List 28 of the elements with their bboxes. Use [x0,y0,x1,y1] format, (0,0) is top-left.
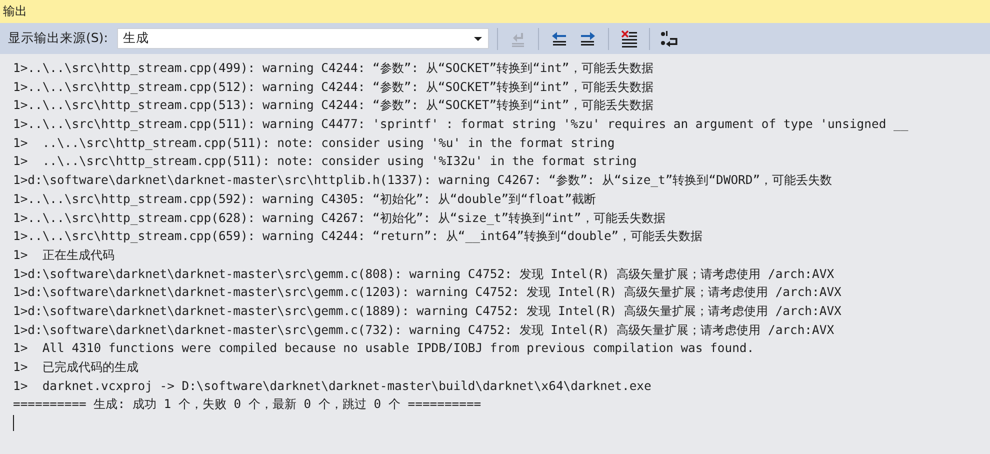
output-line: ========== 生成: 成功 1 个，失败 0 个，最新 0 个，跳过 0 个 ========== [13,396,482,414]
next-message-icon [578,30,597,46]
output-line: 1>d:\software\darknet\darknet-master\src\gemm.c(1889): warning C4752: 发现 Intel(R) 高级矢量扩展；请考虑使用 /arch:AVX [13,302,842,320]
output-line: 1>..\..\src\http_stream.cpp(592): warning C4305: “初始化”: 从“double”到“float”截断 [13,190,596,208]
output-line: 1>..\..\src\http_stream.cpp(512): warning C4244: “参数”: 从“SOCKET”转换到“int”，可能丢失数据 [13,78,654,96]
output-line: 1>d:\software\darknet\darknet-master\src\gemm.c(732): warning C4752: 发现 Intel(R) 高级矢量扩展；请考虑使用 /arch:AVX [13,322,834,339]
output-line: 1> All 4310 functions were compiled because no usable IPDB/IOBJ from previous compilation was found. [13,340,754,358]
previous-message-icon [550,30,568,46]
caret-icon [474,36,482,40]
output-line: 1> 已完成代码的生成 [13,359,138,376]
output-line: 1> darknet.vcxproj -> D:\software\darknet\darknet-master\build\darknet\x64\darknet.exe [13,378,652,395]
output-line: 1>d:\software\darknet\darknet-master\src\gemm.c(808): warning C4752: 发现 Intel(R) 高级矢量扩展；请考虑使用 /arch:AVX [13,266,834,283]
source-label: 显示输出来源(S): [8,30,108,47]
output-line: 1>..\..\src\http_stream.cpp(659): warning C4244: “return”: 从“__int64”转换到“double”，可能丢失数据 [13,228,703,246]
output-line: 1>d:\software\darknet\darknet-master\src\gemm.c(1203): warning C4752: 发现 Intel(R) 高级矢量扩展；请考虑使用 /arch:AVX [13,284,842,302]
text-cursor [13,415,14,432]
output-line: 1>..\..\src\http_stream.cpp(628): warning C4267: “初始化”: 从“size_t”转换到“int”，可能丢失数据 [13,210,666,227]
clear-all-icon [620,30,638,48]
panel-title: 输出 [3,3,27,20]
output-line: 1>d:\software\darknet\darknet-master\src\httplib.h(1337): warning C4267: “参数”: 从“size_t”转换到“DWORD”，可能丢失数 [13,172,832,190]
output-line: 1>..\..\src\http_stream.cpp(511): warning C4477: 'sprintf' : format string '%zu' requires an argument of type 'unsigned __ [13,116,908,134]
source-dropdown[interactable]: 生成 [116,28,489,49]
output-line: 1>..\..\src\http_stream.cpp(499): warning C4244: “参数”: 从“SOCKET”转换到“int”，可能丢失数据 [13,60,654,77]
output-line: 1>..\..\src\http_stream.cpp(513): warning C4244: “参数”: 从“SOCKET”转换到“int”，可能丢失数据 [13,97,654,114]
output-line: 1> 正在生成代码 [13,246,114,264]
output-line: 1> ..\..\src\http_stream.cpp(511): note: consider using '%u' in the format string [13,134,615,152]
word-wrap-icon [660,30,680,48]
output-line: 1> ..\..\src\http_stream.cpp(511): note: consider using '%I32u' in the format string [13,153,637,170]
